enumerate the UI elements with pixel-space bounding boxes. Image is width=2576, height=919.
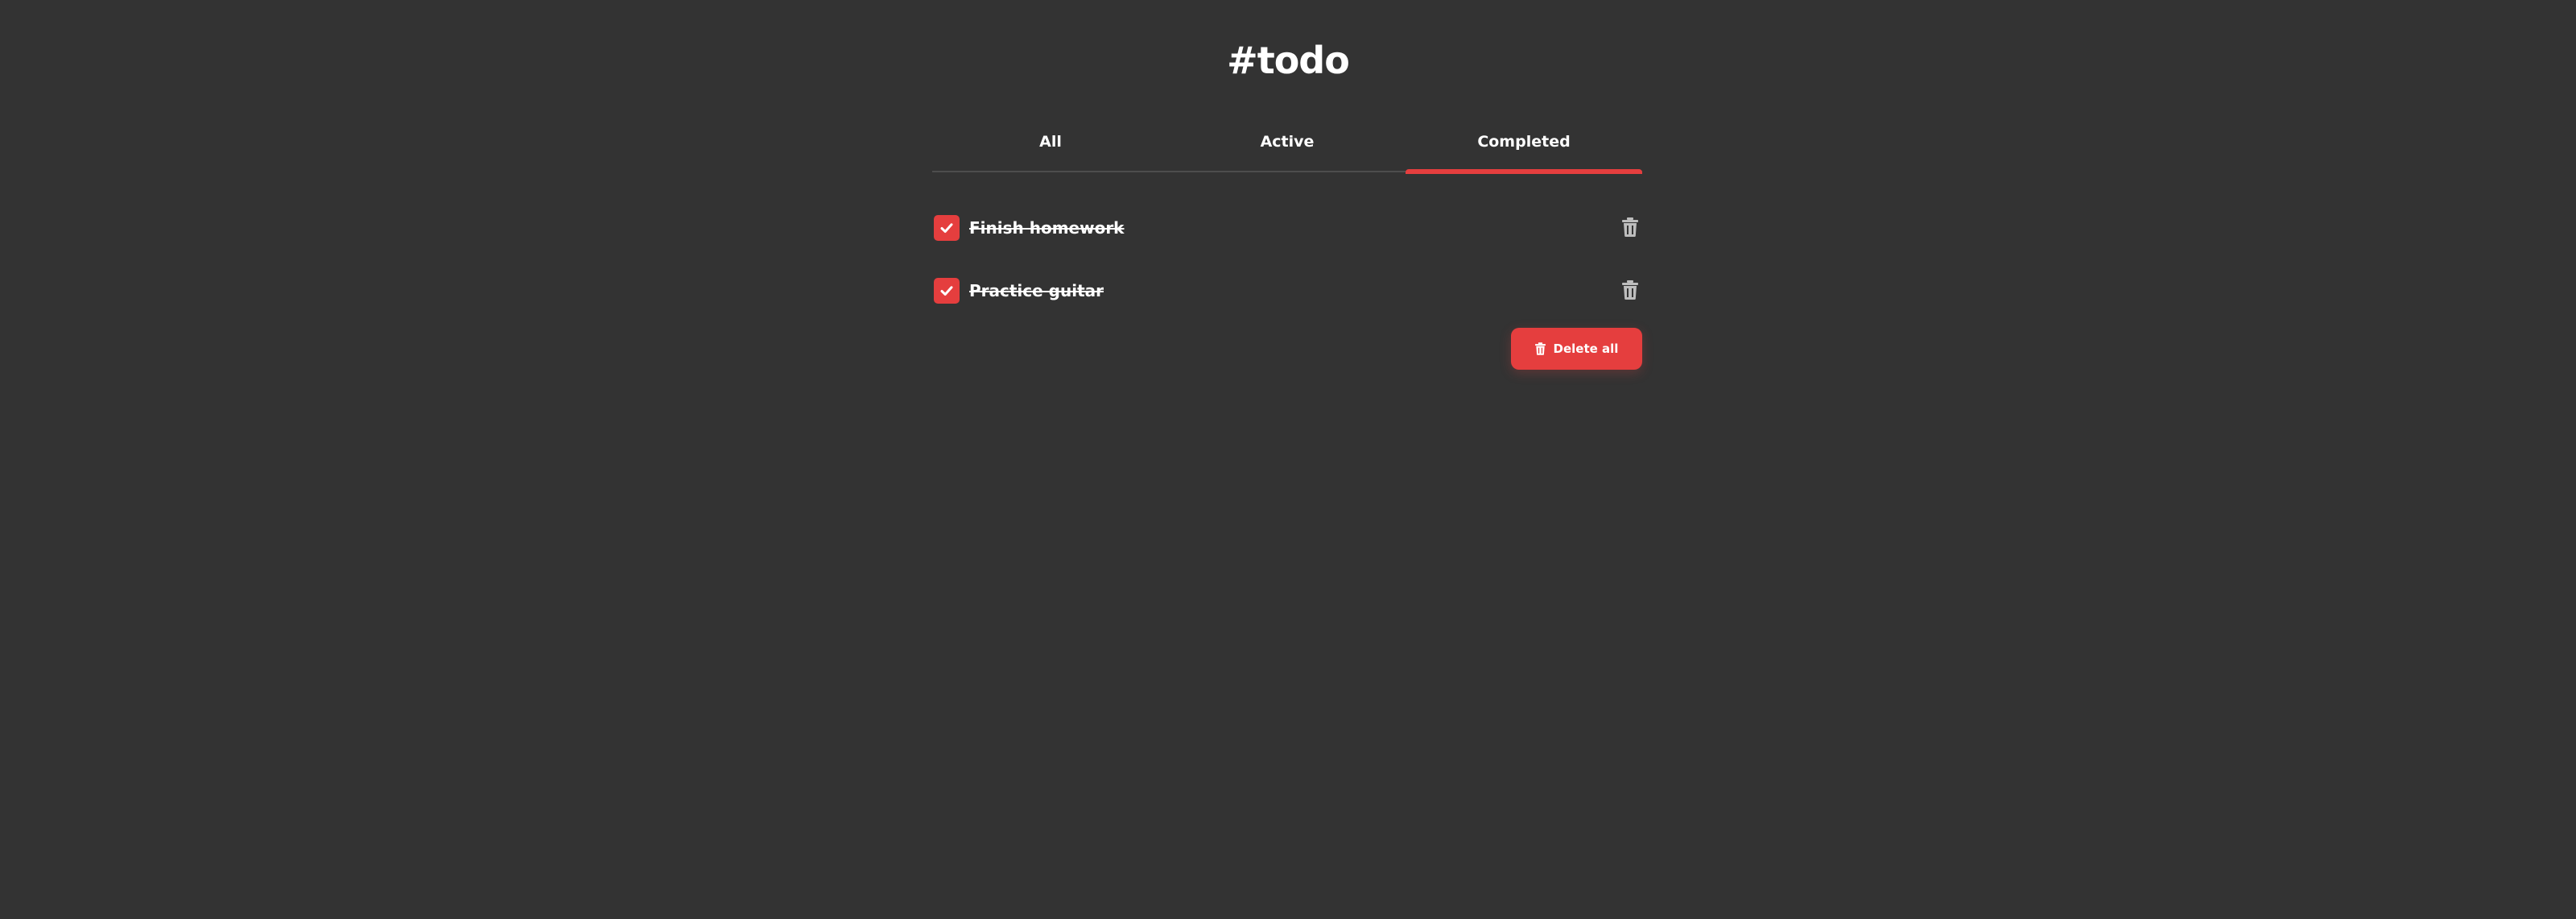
app-title: #todo bbox=[1227, 39, 1350, 82]
delete-todo-button[interactable] bbox=[1620, 216, 1641, 238]
todo-checkbox[interactable] bbox=[934, 215, 960, 241]
delete-all-label: Delete all bbox=[1553, 342, 1619, 356]
filter-tabs: All Active Completed bbox=[932, 126, 1642, 174]
tab-active[interactable]: Active bbox=[1169, 126, 1406, 171]
todo-checkbox[interactable] bbox=[934, 278, 960, 304]
list-item: Finish homework bbox=[932, 197, 1642, 259]
list-item: Practice guitar bbox=[932, 259, 1642, 322]
trash-icon bbox=[1622, 280, 1638, 300]
tab-completed[interactable]: Completed bbox=[1406, 126, 1642, 174]
delete-todo-button[interactable] bbox=[1620, 279, 1641, 301]
todo-label: Practice guitar bbox=[969, 281, 1104, 300]
check-icon bbox=[940, 223, 953, 233]
todo-label: Finish homework bbox=[969, 218, 1125, 238]
trash-icon bbox=[1622, 217, 1638, 237]
delete-all-button[interactable]: Delete all bbox=[1511, 328, 1642, 370]
todo-app: #todo All Active Completed Finish homewo… bbox=[0, 0, 2576, 919]
tab-all[interactable]: All bbox=[932, 126, 1169, 171]
check-icon bbox=[940, 286, 953, 296]
trash-icon bbox=[1534, 342, 1546, 355]
todo-list: Finish homework Practice guitar bbox=[932, 197, 1642, 322]
